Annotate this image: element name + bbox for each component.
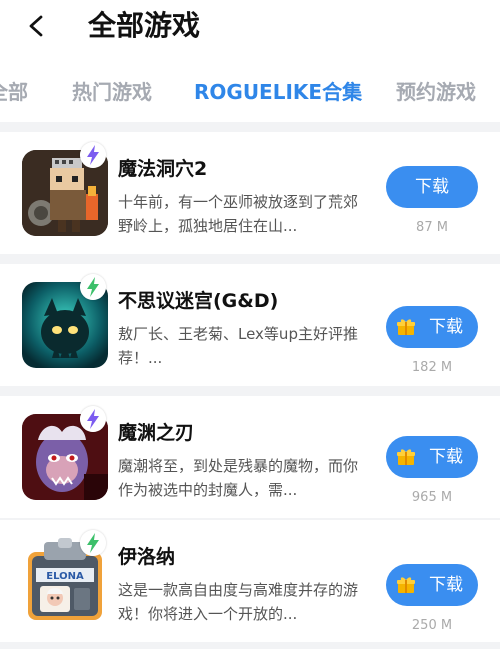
gift-icon [397, 449, 415, 465]
game-name: 魔法洞穴2 [118, 158, 208, 180]
lightning-badge-icon [80, 530, 106, 556]
list-item[interactable]: 不思议迷宫(G&D) 敖厂长、王老菊、Lex等up主好评推荐！... 下载 18… [0, 264, 500, 386]
download-label: 下载 [429, 317, 463, 337]
game-description: 这是一款高自由度与高难度并存的游戏！你将进入一个开放的... [118, 581, 359, 623]
elona-logo-text: ELONA [46, 571, 84, 582]
game-description: 十年前，有一个巫师被放逐到了荒郊野岭上，孤独地居住在山... [118, 193, 359, 235]
file-size: 87 M [416, 220, 448, 235]
tab-reserve-games[interactable]: 预约游戏 [396, 78, 476, 106]
download-label: 下载 [415, 177, 449, 197]
game-name: 不思议迷宫(G&D) [118, 290, 279, 312]
game-name: 魔渊之刃 [118, 422, 195, 444]
download-label: 下载 [429, 575, 463, 595]
game-description: 魔潮将至，到处是残暴的魔物，而你作为被选中的封魔人，需... [118, 457, 359, 499]
tab-all[interactable]: 全部 [0, 78, 28, 106]
lightning-badge-icon [80, 274, 106, 300]
list-item[interactable]: 魔法洞穴2 十年前，有一个巫师被放逐到了荒郊野岭上，孤独地居住在山... 下载 … [0, 132, 500, 254]
list-item[interactable]: 魔渊之刃 魔潮将至，到处是残暴的魔物，而你作为被选中的封魔人，需... 下载 9… [0, 396, 500, 518]
gift-icon [397, 577, 415, 593]
lightning-badge-icon [80, 142, 106, 168]
gift-icon [397, 319, 415, 335]
file-size: 965 M [411, 490, 453, 505]
game-description: 敖厂长、王老菊、Lex等up主好评推荐！... [118, 325, 358, 367]
app-header: 全部游戏 [0, 0, 500, 56]
file-size: 250 M [411, 618, 453, 633]
file-size: 182 M [411, 360, 453, 375]
back-arrow-icon[interactable] [26, 14, 48, 38]
category-tabs: 全部 热门游戏 ROGUELIKE合集 预约游戏 [0, 56, 500, 122]
download-button[interactable]: 下载 [386, 166, 478, 208]
tab-hot-games[interactable]: 热门游戏 [72, 78, 152, 106]
download-label: 下载 [429, 447, 463, 467]
page-title: 全部游戏 [88, 9, 201, 42]
lightning-badge-icon [80, 406, 106, 432]
download-button[interactable]: 下载 [386, 564, 478, 606]
game-name: 伊洛纳 [118, 546, 176, 568]
list-item[interactable]: ELONA 伊洛纳 这是一款高自由度与高难度并存的游戏！你将进入一个开放的... [0, 520, 500, 642]
tab-roguelike[interactable]: ROGUELIKE合集 [194, 78, 362, 106]
download-button[interactable]: 下载 [386, 306, 478, 348]
download-button[interactable]: 下载 [386, 436, 478, 478]
